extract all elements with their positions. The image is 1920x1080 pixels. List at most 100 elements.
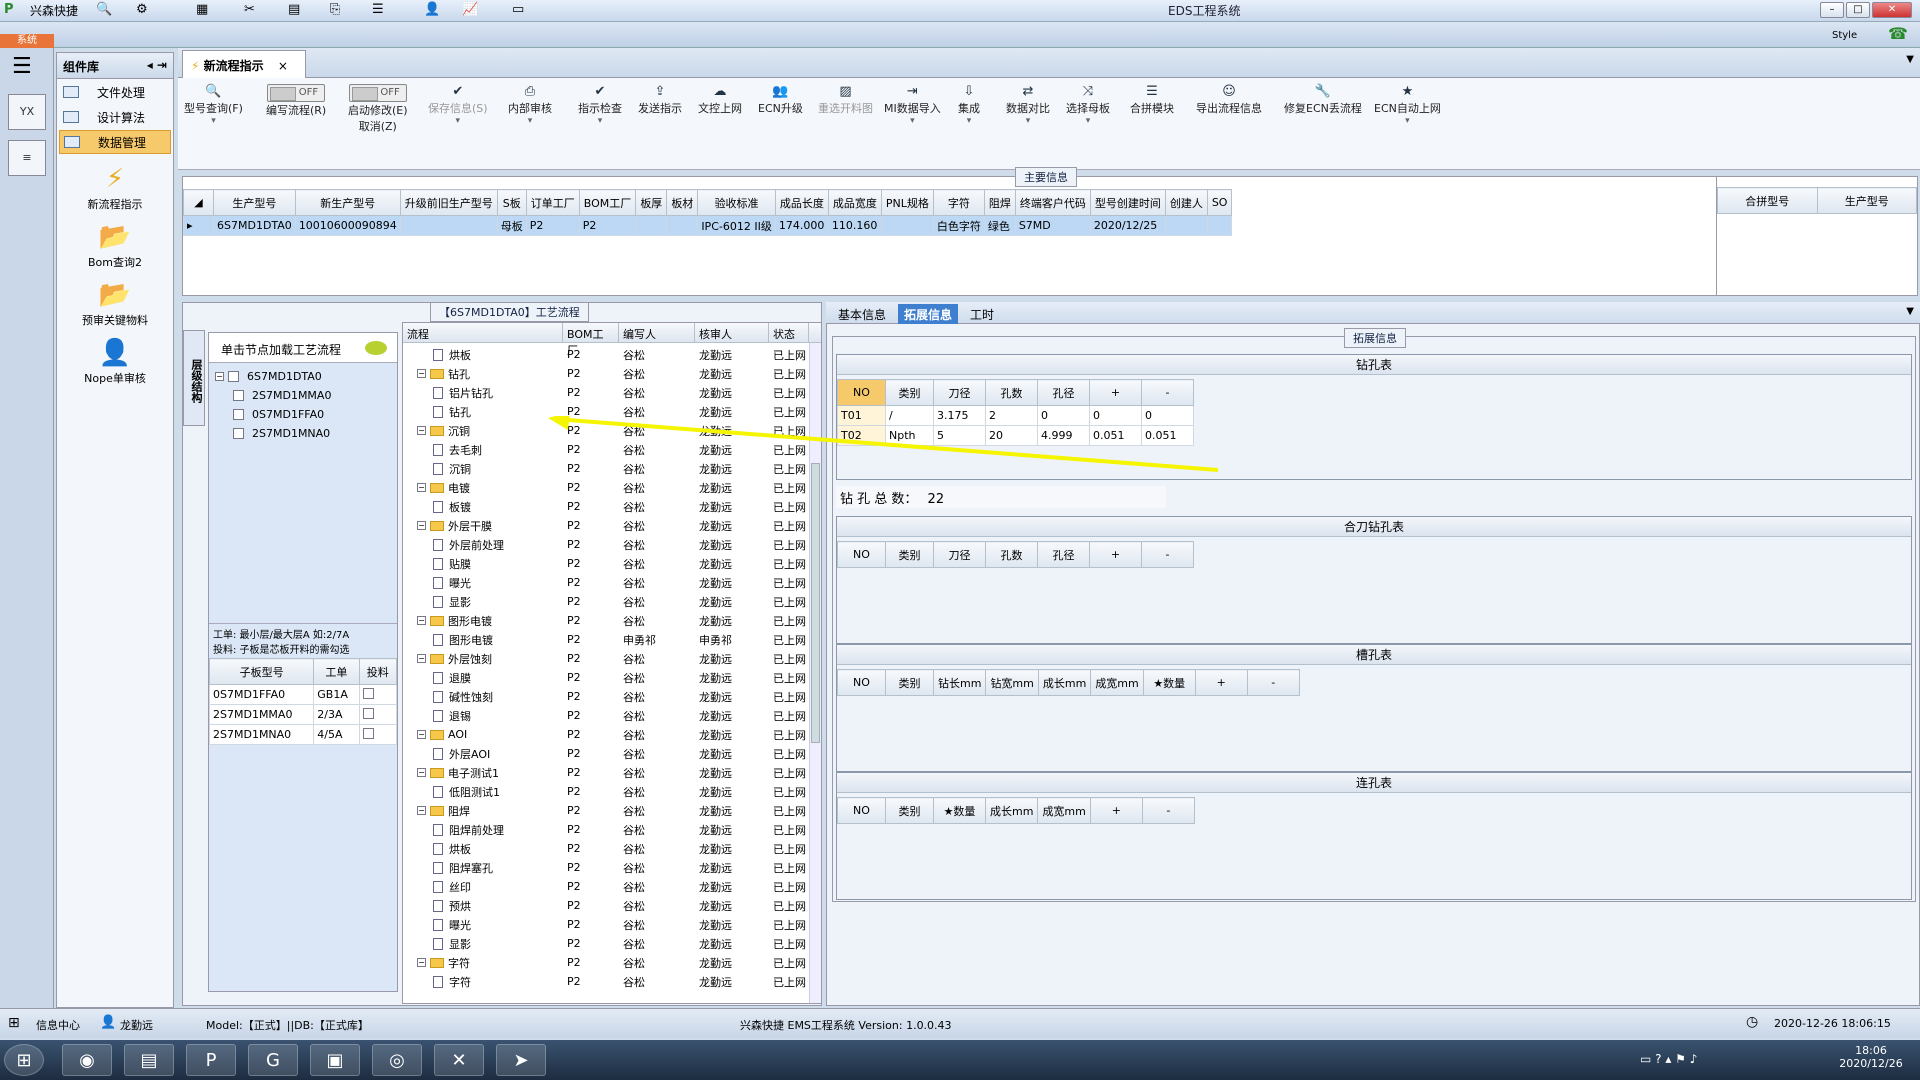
toolbar-button-2[interactable]: OFF 启动修改(E) 取消(Z)	[348, 84, 408, 134]
flow-row[interactable]: 碱性蚀刻 P2 谷松 龙勤远 已上网	[403, 687, 821, 706]
collapse-icon[interactable]: −	[417, 730, 426, 739]
col-header[interactable]: NO	[837, 379, 886, 406]
checkbox[interactable]	[233, 390, 244, 401]
collapse-icon[interactable]: −	[417, 806, 426, 815]
tree-node[interactable]: 2S7MD1MMA0	[215, 386, 391, 405]
chart-icon[interactable]: 📈	[462, 2, 478, 17]
table-row[interactable]: 0S7MD1FFA0 GB1A	[208, 684, 398, 705]
flow-row[interactable]: 烘板 P2 谷松 龙勤远 已上网	[403, 345, 821, 364]
col-header[interactable]: 板材	[666, 189, 699, 216]
checkbox[interactable]	[362, 727, 374, 739]
flow-row[interactable]: 字符 P2 谷松 龙勤远 已上网	[403, 972, 821, 991]
col-header[interactable]: 孔数	[985, 379, 1038, 406]
collapse-icon[interactable]: −	[417, 958, 426, 967]
flow-row[interactable]: − AOI P2 谷松 龙勤远 已上网	[403, 725, 821, 744]
col-header[interactable]: ★数量	[1142, 669, 1196, 696]
tree-node[interactable]: − 6S7MD1DTA0	[215, 367, 391, 386]
col-header[interactable]: -	[1141, 797, 1195, 824]
col-header[interactable]: 升级前旧生产型号	[399, 189, 498, 216]
scroll-thumb[interactable]	[811, 463, 820, 743]
col-header[interactable]: NO	[837, 669, 886, 696]
flow-row[interactable]: 阻焊前处理 P2 谷松 龙勤远 已上网	[403, 820, 821, 839]
col-header[interactable]: 孔数	[985, 541, 1038, 568]
dropdown-arrow-icon[interactable]: ▾	[578, 116, 622, 126]
menu-icon[interactable]: ☰	[372, 2, 384, 17]
dropdown-arrow-icon[interactable]: ▾	[884, 116, 941, 126]
flow-row[interactable]: 预烘 P2 谷松 龙勤远 已上网	[403, 896, 821, 915]
info-center[interactable]: 信息中心	[36, 1017, 80, 1033]
col-header[interactable]: SO	[1206, 189, 1233, 216]
col-header[interactable]: PNL规格	[880, 189, 934, 216]
toolbar-button-14[interactable]: ☰ 合拼模块	[1130, 84, 1174, 116]
flow-row[interactable]: 板镀 P2 谷松 龙勤远 已上网	[403, 497, 821, 516]
flow-row[interactable]: − 字符 P2 谷松 龙勤远 已上网	[403, 953, 821, 972]
col-header[interactable]: 孔径	[1037, 541, 1090, 568]
col-header[interactable]: +	[1089, 379, 1142, 406]
toolbar-button-8[interactable]: 👥 ECN升级	[758, 84, 803, 116]
toolbar-button-11[interactable]: ⇩ 集成 ▾	[958, 84, 980, 126]
flow-row[interactable]: 退锡 P2 谷松 龙勤远 已上网	[403, 706, 821, 725]
dropdown-arrow-icon[interactable]: ▾	[428, 116, 488, 126]
col-header[interactable]: +	[1089, 541, 1142, 568]
flow-row[interactable]: 曝光 P2 谷松 龙勤远 已上网	[403, 573, 821, 592]
film-icon[interactable]: ▤	[288, 2, 300, 17]
system-tab[interactable]: 系统	[0, 34, 54, 48]
toggle-switch[interactable]: OFF	[348, 84, 407, 102]
start-button[interactable]: ⊞	[4, 1044, 44, 1076]
col-header[interactable]: ★数量	[933, 797, 986, 824]
flow-row[interactable]: − 外层干膜 P2 谷松 龙勤远 已上网	[403, 516, 821, 535]
checkbox[interactable]	[233, 428, 244, 439]
flow-row[interactable]: 显影 P2 谷松 龙勤远 已上网	[403, 592, 821, 611]
table-row[interactable]: ▸ 6S7MD1DTA0 10010600090894 母板 P2 P2 IPC-6012 …	[183, 215, 1233, 236]
collapse-icon[interactable]: −	[417, 654, 426, 663]
col-header[interactable]: 钻宽mm	[985, 669, 1039, 696]
toolbar-button-9[interactable]: ▨ 重选开料图	[818, 84, 873, 116]
table-row[interactable]: 2S7MD1MNA0 4/5A	[208, 724, 398, 745]
flow-row[interactable]: 贴膜 P2 谷松 龙勤远 已上网	[403, 554, 821, 573]
col-header[interactable]: -	[1141, 541, 1194, 568]
tab-close-icon[interactable]: ×	[278, 59, 288, 73]
toolbar-button-15[interactable]: ☺ 导出流程信息	[1196, 84, 1262, 116]
tray-clock[interactable]: 18:06 2020/12/26	[1836, 1044, 1906, 1070]
toolbar-button-16[interactable]: 🔧 修复ECN丢流程	[1284, 84, 1362, 116]
flow-row[interactable]: − 电镀 P2 谷松 龙勤远 已上网	[403, 478, 821, 497]
col-header[interactable]: NO	[837, 797, 886, 824]
col-header[interactable]: 成宽mm	[1090, 669, 1144, 696]
flow-row[interactable]: 低阻测试1 P2 谷松 龙勤远 已上网	[403, 782, 821, 801]
tab-dropdown-icon[interactable]: ▼	[1906, 54, 1914, 65]
toolbar-button-17[interactable]: ★ ECN自动上网 ▾	[1374, 84, 1441, 126]
toolbar-button-12[interactable]: ⇄ 数据对比 ▾	[1006, 84, 1050, 126]
taskbar-p-icon[interactable]: P	[186, 1044, 236, 1076]
taskbar-g-icon[interactable]: G	[248, 1044, 298, 1076]
col-header[interactable]: 订单工厂	[525, 189, 580, 216]
tab-extended-info[interactable]: 拓展信息	[898, 304, 959, 324]
col-header[interactable]: 刀径	[933, 541, 986, 568]
col-header[interactable]: 生产型号	[213, 189, 296, 216]
toolbar-button-0[interactable]: 🔍 型号查询(F) ▾	[184, 84, 243, 126]
toolbar-button-6[interactable]: ⇪ 发送指示	[638, 84, 682, 116]
big-item-prereview[interactable]: 📂 预审关键物料	[57, 280, 173, 328]
flow-row[interactable]: − 电子测试1 P2 谷松 龙勤远 已上网	[403, 763, 821, 782]
col-header[interactable]: 孔径	[1037, 379, 1090, 406]
flow-row[interactable]: 退膜 P2 谷松 龙勤远 已上网	[403, 668, 821, 687]
col-header[interactable]: 阻焊	[983, 189, 1016, 216]
tree-node[interactable]: 0S7MD1FFA0	[215, 405, 391, 424]
col-header[interactable]: -	[1141, 379, 1194, 406]
taskbar-x-icon[interactable]: ✕	[434, 1044, 484, 1076]
col-header[interactable]: 字符	[932, 189, 985, 216]
flow-row[interactable]: 外层AOI P2 谷松 龙勤远 已上网	[403, 744, 821, 763]
big-item-new-flow[interactable]: ⚡ 新流程指示	[57, 164, 173, 212]
col-header[interactable]: NO	[837, 541, 886, 568]
toolbar-button-5[interactable]: ✔ 指示检查 ▾	[578, 84, 622, 126]
flow-row[interactable]: 显影 P2 谷松 龙勤远 已上网	[403, 934, 821, 953]
tab-work-hours[interactable]: 工时	[964, 304, 1000, 324]
tree-node[interactable]: 2S7MD1MNA0	[215, 424, 391, 443]
taskbar-shell-icon[interactable]: ◉	[62, 1044, 112, 1076]
col-header[interactable]: +	[1089, 797, 1143, 824]
col-header[interactable]: 板厚	[635, 189, 668, 216]
col-header[interactable]: 终端客户代码	[1014, 189, 1091, 216]
feed-checkbox[interactable]	[358, 704, 398, 725]
toolbar-button-4[interactable]: ⎙ 内部审核 ▾	[508, 84, 552, 126]
col-header[interactable]: 成宽mm	[1037, 797, 1091, 824]
style-label[interactable]: Style	[1832, 30, 1857, 41]
